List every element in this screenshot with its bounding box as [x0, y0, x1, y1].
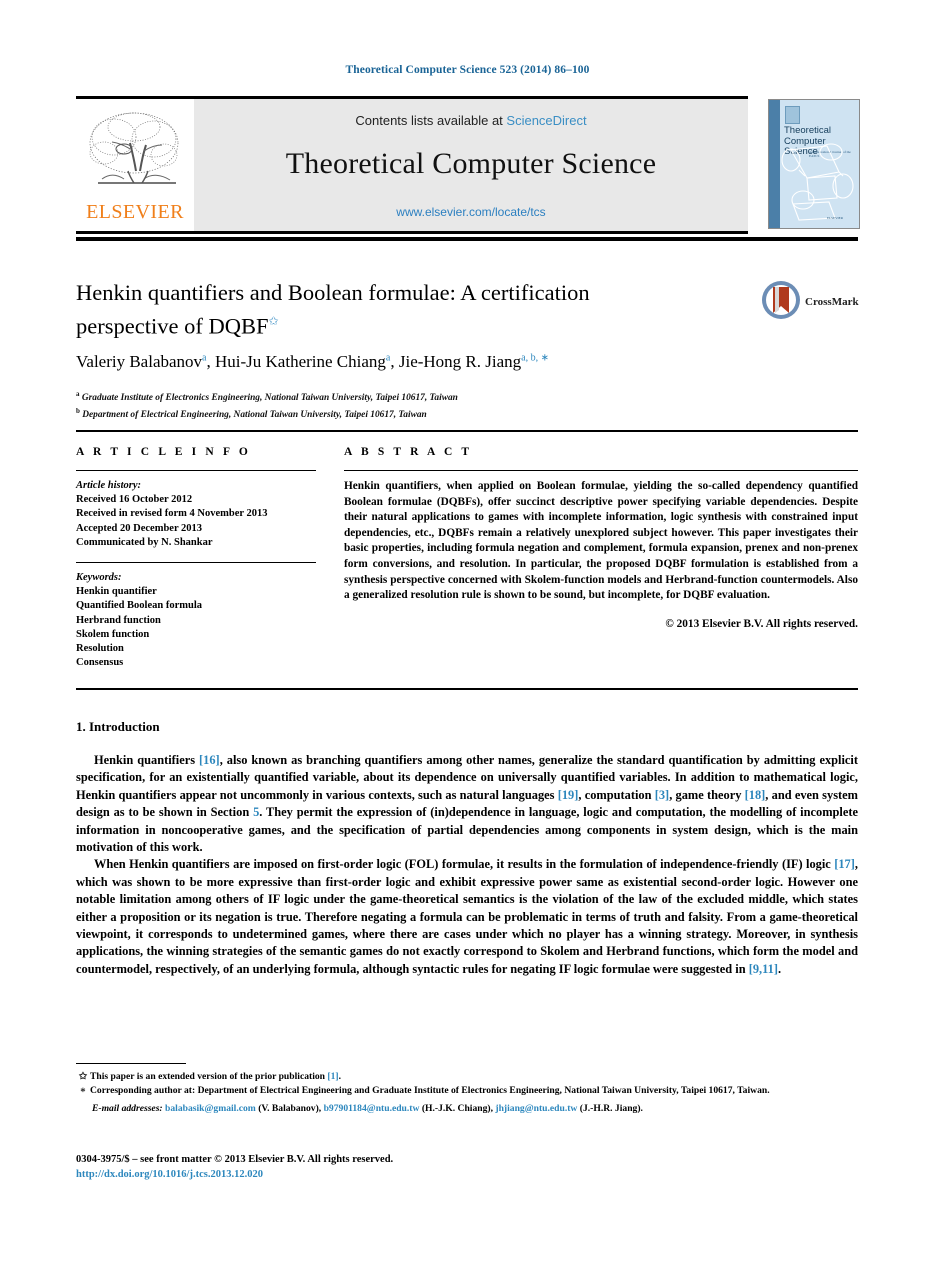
title-line-2: perspective of DQBF: [76, 313, 269, 339]
info-abstract-divider-top: [76, 430, 858, 432]
author-affil-marker[interactable]: a, b, ∗: [521, 352, 549, 363]
keyword-item: Consensus: [76, 657, 124, 669]
elsevier-logo: ELSEVIER: [76, 99, 194, 231]
email-addresses-line: E-mail addresses: balabasik@gmail.com (V…: [92, 1103, 643, 1114]
article-info-rule: [76, 470, 316, 471]
keywords-label: Keywords:: [76, 572, 122, 584]
footnote-divider: [76, 1063, 186, 1064]
citation-ref[interactable]: [1]: [327, 1071, 338, 1082]
journal-name: Theoretical Computer Science: [285, 147, 657, 180]
keyword-item: Quantified Boolean formula: [76, 600, 203, 612]
p2-seg1: When Henkin quantifiers are imposed on f…: [94, 857, 835, 872]
affiliation-text: Department of Electrical Engineering, Na…: [82, 410, 427, 421]
body-text: Henkin quantifiers [16], also known as b…: [76, 752, 858, 978]
keyword-item: Resolution: [76, 643, 124, 655]
author-affil-marker[interactable]: a: [386, 352, 390, 363]
author-name: Hui-Ju Katherine Chiang: [215, 352, 386, 371]
history-item: Received in revised form 4 November 2013: [76, 508, 268, 520]
footnote-text: Corresponding author at: Department of E…: [90, 1085, 770, 1096]
affiliation-list: a Graduate Institute of Electronics Engi…: [76, 388, 776, 422]
contents-available-line: Contents lists available at ScienceDirec…: [194, 113, 748, 128]
keyword-item: Herbrand function: [76, 614, 161, 626]
history-item: Accepted 20 December 2013: [76, 522, 203, 534]
sciencedirect-link[interactable]: ScienceDirect: [506, 113, 586, 128]
author-name: Valeriy Balabanov: [76, 352, 203, 371]
footer-block: 0304-3975/$ – see front matter © 2013 El…: [76, 1152, 393, 1182]
p1-seg4: , game theory: [669, 787, 745, 802]
p2-seg3: .: [777, 961, 782, 976]
p1-seg3: , computation: [578, 787, 655, 802]
email-owner: (H.-J.K. Chiang): [421, 1103, 491, 1114]
article-history-label: Article history:: [76, 480, 142, 491]
email-link[interactable]: jhjiang@ntu.edu.tw: [495, 1103, 577, 1114]
title-line-1: Henkin quantifiers and Boolean formulae:…: [76, 280, 590, 305]
abstract-copyright: © 2013 Elsevier B.V. All rights reserved…: [665, 617, 858, 630]
footnotes-block: ✩ This paper is an extended version of th…: [76, 1070, 858, 1116]
article-info-heading: A R T I C L E I N F O: [76, 446, 251, 458]
footnote-marker: ∗: [79, 1085, 87, 1096]
contents-prefix: Contents lists available at: [355, 113, 507, 128]
elsevier-tree-icon: [89, 112, 179, 184]
issn-line: 0304-3975/$ – see front matter © 2013 El…: [76, 1154, 394, 1165]
elsevier-wordmark: ELSEVIER: [86, 201, 184, 223]
paragraph-1: Henkin quantifiers [16], also known as b…: [76, 752, 858, 856]
p1-seg1: Henkin quantifiers: [94, 753, 200, 767]
journal-cover-thumbnail[interactable]: Theoretical Computer Science An Internat…: [768, 99, 860, 229]
author-name: Jie-Hong R. Jiang: [398, 352, 522, 371]
affiliation-text: Graduate Institute of Electronics Engine…: [81, 393, 458, 404]
keyword-item: Skolem function: [76, 628, 150, 640]
journal-masthead: ELSEVIER Contents lists available at Sci…: [76, 96, 748, 234]
citation-ref[interactable]: [18]: [745, 788, 766, 802]
email-owner: (J.-H.R. Jiang): [579, 1103, 641, 1114]
footnote-marker: ✩: [78, 1071, 88, 1082]
affiliation-marker: b: [76, 407, 80, 416]
email-link[interactable]: b97901184@ntu.edu.tw: [324, 1103, 420, 1114]
paper-page: Theoretical Computer Science 523 (2014) …: [0, 0, 935, 1266]
footnote-end: .: [338, 1071, 341, 1082]
crossmark-label: CrossMark: [805, 296, 859, 308]
keywords-block: Keywords: Henkin quantifier Quantified B…: [76, 571, 316, 670]
article-info-column: A R T I C L E I N F O Article history: R…: [76, 446, 316, 670]
paragraph-2: When Henkin quantifiers are imposed on f…: [76, 856, 858, 978]
citation-ref[interactable]: [19]: [558, 788, 579, 802]
title-divider: [76, 237, 858, 241]
abstract-rule: [344, 470, 858, 471]
affiliation-marker: a: [76, 390, 80, 398]
history-item: Received 16 October 2012: [76, 494, 193, 506]
footnote-text: This paper is an extended version of the…: [90, 1071, 328, 1082]
history-item: Communicated by N. Shankar: [76, 536, 213, 548]
citation-ref[interactable]: [17]: [834, 857, 855, 871]
citation-ref[interactable]: [9,11]: [749, 962, 778, 976]
author-affil-marker[interactable]: a: [202, 352, 206, 363]
abstract-column: A B S T R A C T Henkin quantifiers, when…: [344, 446, 858, 630]
running-head: Theoretical Computer Science 523 (2014) …: [345, 64, 590, 76]
masthead-center: Contents lists available at ScienceDirec…: [194, 99, 748, 231]
abstract-text: Henkin quantifiers, when applied on Bool…: [344, 480, 858, 602]
p2-seg2: , which was shown to be more expressive …: [76, 857, 858, 976]
info-abstract-divider-bottom: [76, 688, 858, 690]
cover-graph-icon: [781, 143, 854, 221]
citation-ref[interactable]: [3]: [655, 788, 669, 802]
email-owner: (V. Balabanov): [258, 1103, 319, 1114]
journal-url-link[interactable]: www.elsevier.com/locate/tcs: [194, 205, 748, 219]
email-link[interactable]: balabasik@gmail.com: [165, 1103, 256, 1114]
title-footnote-marker[interactable]: ✩: [268, 314, 278, 328]
citation-ref[interactable]: [16]: [199, 753, 220, 767]
cover-footer: ELSEVIER: [826, 215, 843, 220]
page-title: Henkin quantifiers and Boolean formulae:…: [76, 278, 716, 341]
email-label: E-mail addresses:: [92, 1103, 163, 1114]
section-1-title: 1. Introduction: [76, 719, 160, 734]
keywords-rule: [76, 562, 316, 564]
affiliation-item: b Department of Electrical Engineering, …: [76, 405, 776, 422]
affiliation-item: a Graduate Institute of Electronics Engi…: [76, 388, 776, 405]
author-list: Valeriy Balabanova, Hui-Ju Katherine Chi…: [76, 352, 549, 371]
footnote-item-1: ✩ This paper is an extended version of th…: [76, 1070, 858, 1084]
footnote-item-2: ∗ Corresponding author at: Department of …: [76, 1084, 858, 1098]
doi-link[interactable]: http://dx.doi.org/10.1016/j.tcs.2013.12.…: [76, 1167, 393, 1182]
article-history-block: Article history: Received 16 October 201…: [76, 479, 316, 550]
keyword-item: Henkin quantifier: [76, 586, 157, 598]
cover-publisher-logo-icon: [785, 106, 800, 124]
abstract-heading: A B S T R A C T: [344, 446, 473, 458]
